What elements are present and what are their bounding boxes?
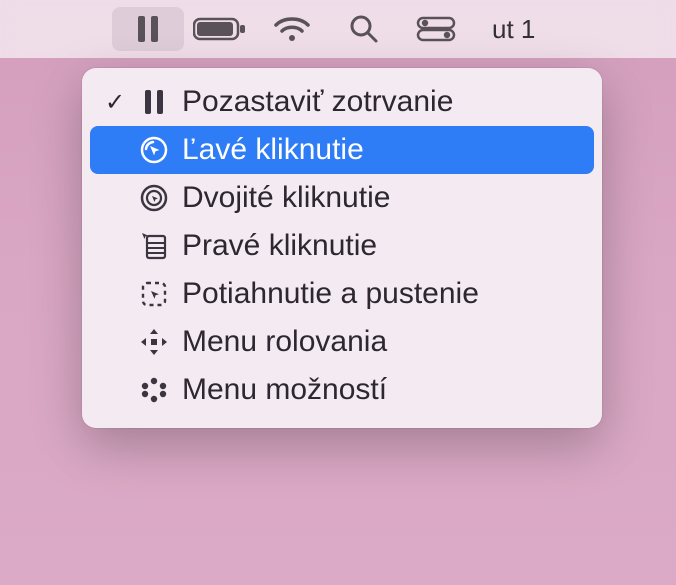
menu-item-left-click[interactable]: Ľavé kliknutie [90, 126, 594, 174]
left-click-icon [132, 135, 176, 165]
right-click-icon [132, 231, 176, 261]
menubar-date[interactable]: ut 1 [492, 14, 535, 45]
menubar: ut 1 [0, 0, 676, 58]
menu-item-label: Pozastaviť zotrvanie [176, 85, 453, 119]
menu-item-right-click[interactable]: Pravé kliknutie [90, 222, 594, 270]
menu-item-drag-drop[interactable]: Potiahnutie a pustenie [90, 270, 594, 318]
pause-icon [132, 89, 176, 115]
double-click-icon [132, 183, 176, 213]
menu-item-pause-dwell[interactable]: ✓ Pozastaviť zotrvanie [90, 78, 594, 126]
menu-item-scroll-menu[interactable]: Menu rolovania [90, 318, 594, 366]
options-menu-icon [132, 375, 176, 405]
pause-icon [135, 14, 161, 44]
menu-item-label: Menu rolovania [176, 325, 387, 359]
drag-drop-icon [132, 279, 176, 309]
checkmark-icon: ✓ [98, 88, 132, 117]
dwell-control-menu: ✓ Pozastaviť zotrvanie Ľavé kliknutie [82, 68, 602, 428]
menubar-control-center[interactable] [400, 16, 472, 42]
menubar-dwell-control[interactable] [112, 7, 184, 51]
scroll-menu-icon [132, 327, 176, 357]
menubar-spotlight[interactable] [328, 13, 400, 45]
menu-item-label: Pravé kliknutie [176, 229, 377, 263]
wifi-icon [272, 14, 312, 44]
menu-item-double-click[interactable]: Dvojité kliknutie [90, 174, 594, 222]
menubar-wifi[interactable] [256, 14, 328, 44]
menu-item-label: Potiahnutie a pustenie [176, 277, 479, 311]
menu-item-label: Ľavé kliknutie [176, 133, 364, 167]
menubar-battery[interactable] [184, 16, 256, 42]
menu-item-label: Dvojité kliknutie [176, 181, 390, 215]
menu-item-label: Menu možností [176, 373, 387, 407]
search-icon [348, 13, 380, 45]
menu-item-options-menu[interactable]: Menu možností [90, 366, 594, 414]
control-center-icon [416, 16, 456, 42]
battery-icon [193, 16, 247, 42]
